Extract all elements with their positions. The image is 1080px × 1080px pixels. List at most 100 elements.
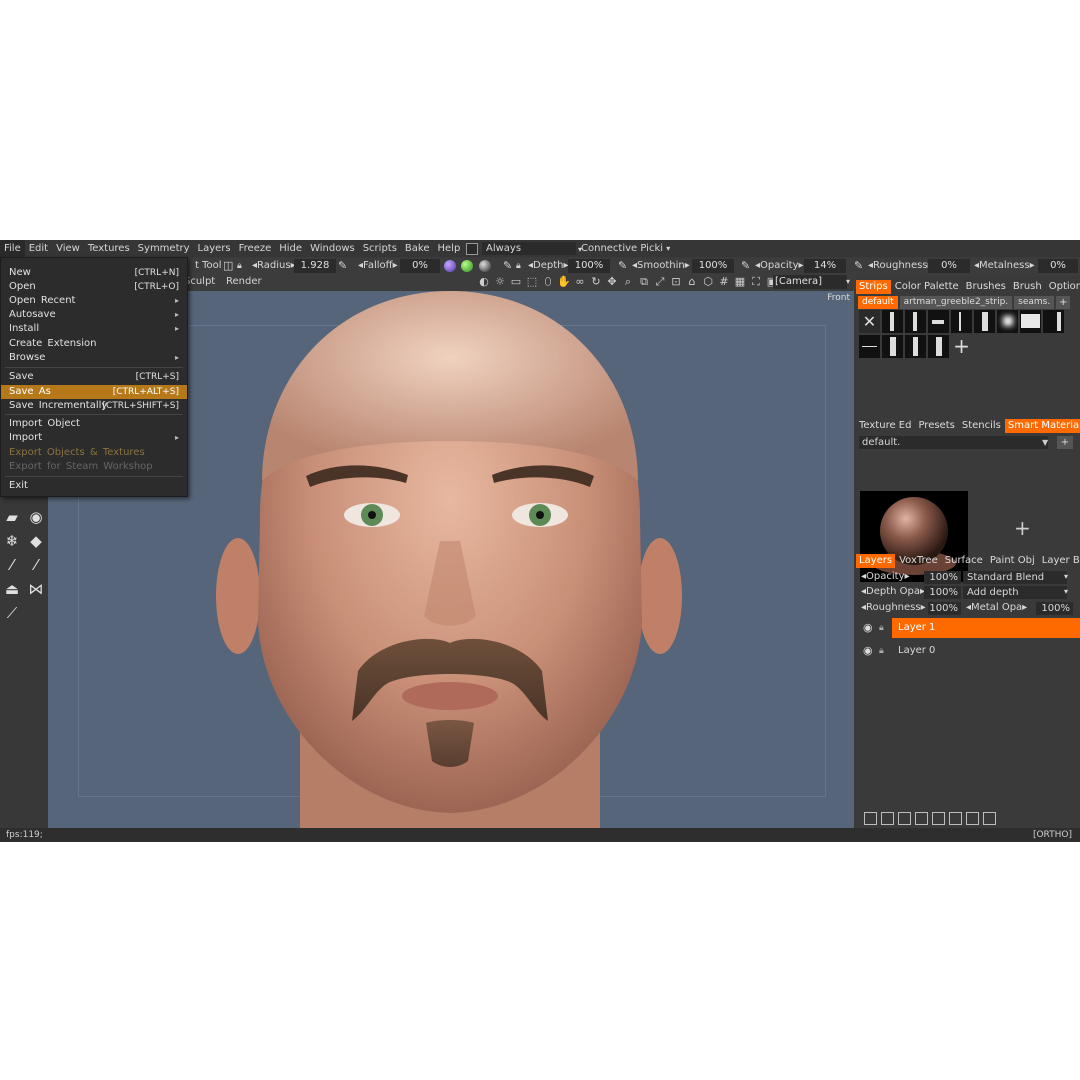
menu-item-save[interactable]: Save [CTRL+S] <box>1 370 187 384</box>
roughness-label[interactable]: ◂Roughness▸ <box>868 258 933 274</box>
strip-set-default[interactable]: default <box>858 296 898 309</box>
move-up-icon[interactable] <box>932 812 945 825</box>
pipette-icon[interactable]: ⁄ <box>26 555 46 575</box>
menu-item-export-objects-textures[interactable]: Export Objects & Textures <box>1 446 187 460</box>
gloss-sphere-icon[interactable] <box>479 260 491 272</box>
smoothing-value[interactable]: 100% <box>692 259 734 273</box>
chevron-down-icon[interactable]: ▾ <box>1064 570 1068 584</box>
tab-paint-objects[interactable]: Paint Obj <box>987 554 1038 568</box>
always-toggle[interactable]: Always ▾ <box>466 242 582 255</box>
opacity-value[interactable]: 14% <box>804 259 846 273</box>
strip-thumb[interactable] <box>905 310 926 333</box>
menu-item-import-object[interactable]: Import Object <box>1 417 187 431</box>
radius-value[interactable]: 1.928 <box>294 259 336 273</box>
clear-strip-icon[interactable]: ✕ <box>859 310 880 333</box>
strip-thumb[interactable] <box>905 335 926 358</box>
strip-thumb[interactable] <box>859 335 880 358</box>
fit-icon[interactable]: ⤢ <box>653 275 667 289</box>
tab-brush[interactable]: Brush <box>1010 280 1045 294</box>
menu-item-create-extension[interactable]: Create Extension <box>1 337 187 351</box>
metal-opacity-label[interactable]: ◂Metal Opa▸ <box>966 601 1027 615</box>
always-checkbox[interactable] <box>466 242 478 255</box>
material-sphere-icon[interactable] <box>444 260 456 272</box>
tab-smart-materials[interactable]: Smart Materials <box>1004 419 1080 433</box>
smart-material-thumbnail[interactable] <box>860 491 968 582</box>
depth-opacity-value[interactable]: 100% <box>924 586 961 599</box>
depth-value[interactable]: 100% <box>568 259 610 273</box>
depth-pen-icon[interactable]: ✎ <box>503 258 512 274</box>
mask-icon[interactable] <box>966 812 979 825</box>
trash-icon[interactable] <box>983 812 996 825</box>
opacity-label[interactable]: ◂Opacity▸ <box>755 258 804 274</box>
depth-label[interactable]: ◂Depth▸ <box>528 258 569 274</box>
strip-thumb[interactable] <box>928 335 949 358</box>
fullscreen-icon[interactable]: ⛶ <box>749 275 763 289</box>
ruler-icon[interactable]: ⟋ <box>2 603 22 623</box>
merge-down-icon[interactable] <box>898 812 911 825</box>
strip-thumb[interactable] <box>928 310 949 333</box>
sun-icon[interactable]: ☼ <box>493 275 507 289</box>
duplicate-layer-icon[interactable] <box>915 812 928 825</box>
link-icon[interactable]: ∞ <box>573 275 587 289</box>
menu-scripts[interactable]: Scripts <box>359 240 401 257</box>
cube-icon[interactable]: ⬡ <box>701 275 715 289</box>
iron-icon[interactable]: ⏏ <box>2 579 22 599</box>
tab-layer-blending[interactable]: Layer Bl <box>1039 554 1080 568</box>
menu-help[interactable]: Help <box>434 240 465 257</box>
tab-options[interactable]: Option <box>1046 280 1080 294</box>
smoothing-pen-icon[interactable]: ✎ <box>618 258 627 274</box>
strip-thumb[interactable] <box>974 310 995 333</box>
menu-bake[interactable]: Bake <box>401 240 434 257</box>
grid-icon[interactable]: # <box>717 275 731 289</box>
move-down-icon[interactable] <box>949 812 962 825</box>
menu-item-import[interactable]: Import ▸ <box>1 431 187 445</box>
chevron-down-icon[interactable]: ▾ <box>1064 585 1068 599</box>
strip-thumb[interactable] <box>1020 310 1041 333</box>
tab-color-palette[interactable]: Color Palette <box>892 280 962 294</box>
menu-freeze[interactable]: Freeze <box>235 240 276 257</box>
metal-opacity-value[interactable]: 100% <box>1036 602 1073 615</box>
wand-icon[interactable]: ⁄ <box>2 555 22 575</box>
bucket-icon[interactable]: ◆ <box>26 531 46 551</box>
tab-brushes[interactable]: Brushes <box>963 280 1009 294</box>
strip-thumb[interactable] <box>882 335 903 358</box>
tab-stencils[interactable]: Stencils <box>959 419 1004 433</box>
roughness-opacity-label[interactable]: ◂Roughness▸ <box>861 601 926 615</box>
always-dropdown[interactable]: Always <box>482 242 576 255</box>
lock-icon[interactable]: 🔒︎ <box>237 258 242 274</box>
menu-item-exit[interactable]: Exit <box>1 479 187 493</box>
tab-layers[interactable]: Layers <box>856 554 896 568</box>
move-icon[interactable]: ✥ <box>605 275 619 289</box>
chevron-down-icon[interactable]: ▾ <box>846 274 850 290</box>
lock-icon[interactable]: 🔒︎ <box>879 618 884 638</box>
menu-item-open-recent[interactable]: Open Recent ▸ <box>1 294 187 308</box>
menu-item-autosave[interactable]: Autosave ▸ <box>1 308 187 322</box>
tab-surface[interactable]: Surface <box>942 554 986 568</box>
hand-icon[interactable]: ✋ <box>557 275 571 289</box>
rotate-icon[interactable]: ↻ <box>589 275 603 289</box>
smoothing-label[interactable]: ◂Smoothin▸ <box>632 258 690 274</box>
render-tab[interactable]: Render <box>226 274 262 290</box>
menu-layers[interactable]: Layers <box>194 240 235 257</box>
color-sphere-icon[interactable] <box>461 260 473 272</box>
depth-opacity-label[interactable]: ◂Depth Opa▸ <box>861 585 925 599</box>
materials-folder-field[interactable]: default. <box>859 436 1048 449</box>
menu-item-browse[interactable]: Browse ▸ <box>1 351 187 365</box>
menu-item-install[interactable]: Install ▸ <box>1 322 187 336</box>
new-layer-icon[interactable] <box>864 812 877 825</box>
menu-hide[interactable]: Hide <box>275 240 306 257</box>
materials-folder-select[interactable]: default. ▼ + <box>859 436 1075 449</box>
strip-thumb[interactable] <box>997 310 1018 333</box>
roughness-value[interactable]: 0% <box>928 259 970 273</box>
depth-mode-select[interactable]: Add depth <box>963 586 1067 599</box>
tab-texture-editor[interactable]: Texture Ed <box>856 419 914 433</box>
menu-windows[interactable]: Windows <box>306 240 359 257</box>
menu-item-new[interactable]: New [CTRL+N] <box>1 266 187 280</box>
layer-item[interactable]: ◉ 🔒︎ Layer 0 <box>859 641 1075 661</box>
eye-icon[interactable]: ◉ <box>863 641 873 661</box>
eye-icon[interactable]: ◉ <box>863 618 873 638</box>
sculpt-tab[interactable]: Sculpt <box>184 274 215 290</box>
camera-select[interactable]: [Camera] <box>773 275 847 289</box>
zoom-region-icon[interactable]: ⧉ <box>637 275 651 289</box>
add-strip-icon[interactable]: + <box>951 335 972 358</box>
